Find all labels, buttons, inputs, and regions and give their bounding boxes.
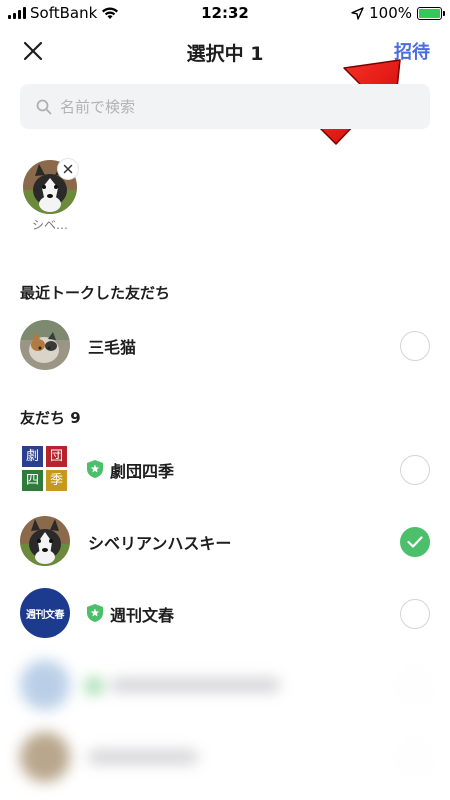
section-title-recent: 最近トークした友だち bbox=[20, 284, 171, 302]
section-title-friends: 友だち 9 bbox=[20, 409, 81, 427]
select-checkbox[interactable] bbox=[400, 599, 430, 629]
husky-photo bbox=[20, 516, 70, 566]
close-icon bbox=[23, 41, 43, 61]
friend-name: 劇団四季 bbox=[110, 462, 175, 481]
avatar bbox=[20, 516, 70, 566]
select-checkbox-checked[interactable] bbox=[400, 527, 430, 557]
friend-name: 三毛猫 bbox=[88, 338, 137, 357]
avatar bbox=[20, 732, 70, 782]
avatar-logo-text: 週刊文春 bbox=[26, 609, 65, 621]
avatar-glyph: 四 bbox=[22, 470, 43, 491]
check-icon bbox=[407, 536, 423, 548]
search-icon bbox=[36, 99, 52, 114]
avatar: 週刊文春 bbox=[20, 588, 70, 638]
friend-row[interactable]: シベリアンハスキー bbox=[0, 506, 450, 576]
status-bar: SoftBank 12:32 100% bbox=[0, 0, 450, 26]
location-icon bbox=[351, 6, 364, 20]
avatar-glyph: 季 bbox=[46, 470, 67, 491]
friend-row[interactable]: 劇 団 四 季 劇団四季 bbox=[0, 434, 450, 504]
friend-name: 週刊文春 bbox=[110, 606, 175, 625]
blurred-friend-row[interactable] bbox=[0, 650, 450, 720]
cat-photo bbox=[20, 320, 70, 370]
blurred-name bbox=[110, 678, 280, 692]
select-checkbox[interactable] bbox=[400, 671, 430, 701]
close-icon bbox=[63, 164, 73, 174]
battery-percent: 100% bbox=[369, 4, 412, 22]
select-checkbox[interactable] bbox=[400, 331, 430, 361]
remove-selected-button[interactable] bbox=[57, 158, 79, 180]
friend-row[interactable]: 週刊文春 週刊文春 bbox=[0, 578, 450, 648]
official-badge-icon bbox=[87, 460, 103, 478]
search-bar[interactable] bbox=[20, 84, 430, 129]
avatar-glyph: 団 bbox=[46, 446, 67, 467]
blurred-friend-row[interactable] bbox=[0, 722, 450, 792]
battery-icon bbox=[417, 6, 445, 20]
avatar bbox=[20, 320, 70, 370]
blurred-name bbox=[88, 750, 198, 764]
avatar bbox=[20, 660, 70, 710]
select-checkbox[interactable] bbox=[400, 743, 430, 773]
official-badge-icon bbox=[86, 678, 102, 694]
status-right: 100% bbox=[351, 4, 445, 22]
friend-row[interactable]: 三毛猫 bbox=[0, 310, 450, 380]
search-input[interactable] bbox=[60, 97, 390, 116]
selected-name: シベ… bbox=[31, 218, 68, 232]
official-badge-icon bbox=[87, 604, 103, 622]
friend-name: シベリアンハスキー bbox=[88, 534, 232, 553]
close-button[interactable] bbox=[18, 36, 48, 66]
selected-friend-chip[interactable]: シベ… bbox=[23, 158, 83, 233]
avatar: 劇 団 四 季 bbox=[20, 444, 70, 494]
avatar-glyph: 劇 bbox=[22, 446, 43, 467]
select-checkbox[interactable] bbox=[400, 455, 430, 485]
